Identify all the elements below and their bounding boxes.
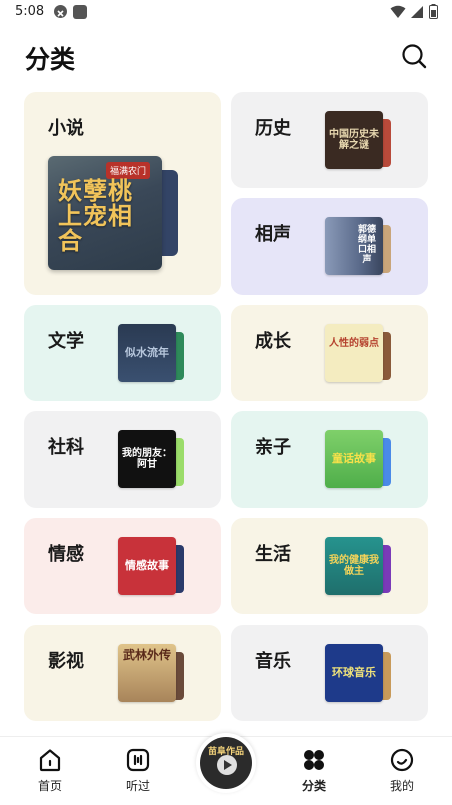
signal-icon (410, 4, 424, 23)
cover-title: 环球音乐 (332, 665, 376, 679)
home-icon (39, 749, 61, 772)
category-card-film-tv[interactable]: 影视 武林外传 (24, 625, 221, 721)
category-label: 音乐 (255, 651, 291, 672)
cover-title: 妖孽桃上宠相合 (58, 176, 133, 256)
tab-label: 我的 (389, 779, 414, 793)
cover-stack: 郭德纲单口相声 (325, 217, 391, 275)
now-playing-cover: 苗阜作品 (200, 737, 252, 789)
category-label: 亲子 (255, 437, 291, 458)
cover-title: 似水流年 (125, 345, 169, 359)
tab-label: 听过 (125, 779, 150, 793)
cover-image: 我的健康我做主 (325, 537, 383, 595)
category-card-emotion[interactable]: 情感 情感故事 (24, 518, 221, 614)
cover-image: 似水流年 (118, 324, 176, 382)
page-title: 分类 (25, 45, 76, 74)
cover-stack: 童话故事 (325, 430, 391, 488)
cover-image: 郭德纲单口相声 (325, 217, 383, 275)
category-card-social-science[interactable]: 社科 我的朋友：阿甘 (24, 411, 221, 508)
cover-title: 郭德纲单口相声 (357, 225, 376, 265)
cover-title: 中国历史未解之谜 (329, 129, 379, 151)
cover-image: 环球音乐 (325, 644, 383, 702)
cover-stack: 人性的弱点 (325, 324, 391, 382)
cover-image: 福满农门 妖孽桃上宠相合 (48, 156, 162, 270)
category-label: 成长 (255, 331, 291, 352)
tab-listened[interactable]: 听过 (108, 747, 168, 803)
status-bar: 5:08 (0, 0, 452, 26)
cover-image: 武林外传 (118, 644, 176, 702)
history-icon (126, 748, 150, 772)
category-icon (304, 750, 324, 770)
cover-image: 童话故事 (325, 430, 383, 488)
play-icon (217, 755, 237, 775)
search-icon (402, 44, 427, 69)
cover-title: 人性的弱点 (329, 338, 379, 349)
search-button[interactable] (400, 42, 428, 70)
notification-square-icon (73, 5, 87, 19)
cover-title: 武林外传 (122, 648, 171, 662)
cover-image: 我的朋友：阿甘 (118, 430, 176, 488)
cover-stack: 环球音乐 (325, 644, 391, 702)
category-card-literature[interactable]: 文学 似水流年 (24, 305, 221, 401)
cover-image: 中国历史未解之谜 (325, 111, 383, 169)
cover-stack: 我的朋友：阿甘 (118, 430, 184, 488)
wifi-icon (390, 4, 406, 23)
now-playing-button[interactable]: 苗阜作品 (196, 733, 256, 793)
category-card-growth[interactable]: 成长 人性的弱点 (231, 305, 428, 401)
category-label: 小说 (48, 118, 84, 139)
cover-stack: 我的健康我做主 (325, 537, 391, 595)
notification-x-icon (54, 5, 67, 18)
category-label: 生活 (255, 544, 291, 565)
tab-home[interactable]: 首页 (20, 747, 80, 803)
status-time: 5:08 (15, 4, 45, 19)
battery-icon (429, 4, 438, 23)
category-card-history[interactable]: 历史 中国历史未解之谜 (231, 92, 428, 188)
cover-title: 情感故事 (125, 558, 169, 572)
category-card-life[interactable]: 生活 我的健康我做主 (231, 518, 428, 614)
cover-stack: 情感故事 (118, 537, 184, 595)
cover-image: 情感故事 (118, 537, 176, 595)
category-label: 社科 (48, 437, 84, 458)
cover-title: 童话故事 (332, 451, 376, 465)
tab-category[interactable]: 分类 (284, 747, 344, 803)
tab-label: 首页 (37, 779, 62, 793)
category-label: 相声 (255, 224, 291, 245)
category-label: 情感 (48, 544, 84, 565)
cover-title: 我的健康我做主 (329, 555, 379, 577)
cover-title: 我的朋友：阿甘 (122, 448, 172, 470)
category-card-novel[interactable]: 小说 福满农门 妖孽桃上宠相合 (24, 92, 221, 295)
cover-image: 人性的弱点 (325, 324, 383, 382)
cover-stack: 福满农门 妖孽桃上宠相合 (48, 156, 178, 270)
profile-icon (390, 748, 414, 772)
category-card-music[interactable]: 音乐 环球音乐 (231, 625, 428, 721)
category-card-crosstalk[interactable]: 相声 郭德纲单口相声 (231, 198, 428, 295)
category-label: 文学 (48, 331, 84, 352)
cover-stack: 武林外传 (118, 644, 184, 702)
page-header: 分类 (0, 30, 452, 82)
category-label: 历史 (255, 118, 291, 139)
tab-label: 分类 (301, 779, 326, 793)
category-card-parenting[interactable]: 亲子 童话故事 (231, 411, 428, 508)
tab-mine[interactable]: 我的 (372, 747, 432, 803)
cover-stack: 似水流年 (118, 324, 184, 382)
cover-stack: 中国历史未解之谜 (325, 111, 391, 169)
category-label: 影视 (48, 651, 84, 672)
